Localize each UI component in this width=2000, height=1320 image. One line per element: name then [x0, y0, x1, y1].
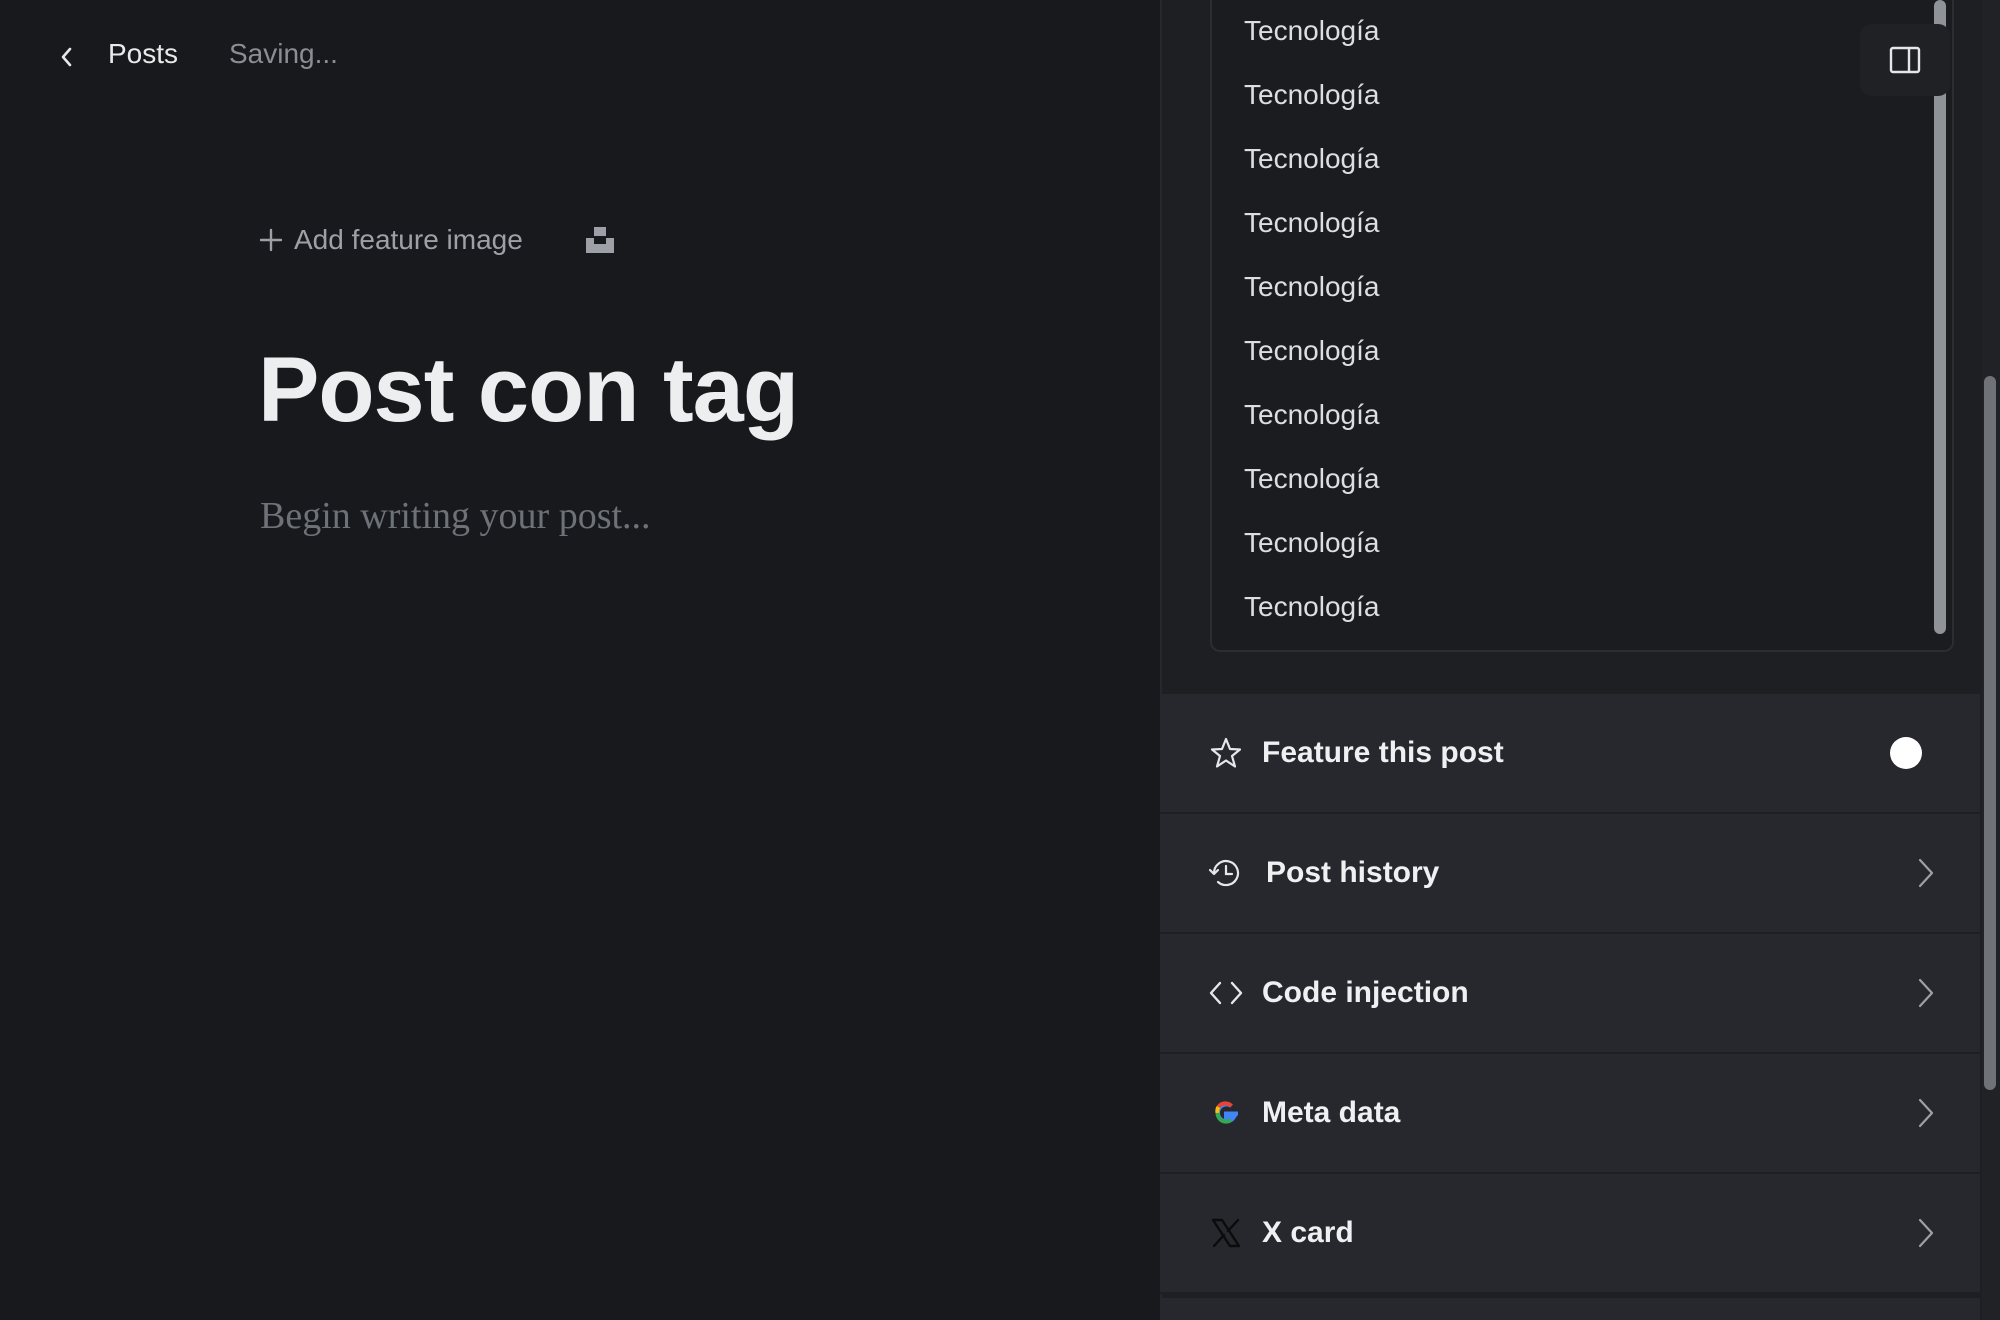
post-history-row[interactable]: Post history — [1160, 814, 1980, 934]
history-icon — [1208, 855, 1244, 891]
next-setting-row[interactable] — [1160, 1298, 1980, 1320]
code-injection-row[interactable]: Code injection — [1160, 934, 1980, 1054]
x-logo-icon — [1208, 1215, 1244, 1251]
add-feature-image-label: Add feature image — [294, 224, 523, 255]
tag-dropdown: Tecnología Tecnología Tecnología Tecnolo… — [1210, 0, 1954, 652]
back-button[interactable] — [52, 42, 82, 72]
saving-status: Saving... — [229, 38, 338, 69]
panel-scrollbar[interactable] — [1984, 376, 1996, 1090]
meta-data-row[interactable]: Meta data — [1160, 1054, 1980, 1174]
tag-option[interactable]: Tecnología — [1212, 384, 1952, 448]
x-card-label: X card — [1262, 1216, 1354, 1249]
chevron-right-icon — [1918, 978, 1934, 1008]
feature-post-row[interactable]: Feature this post — [1160, 694, 1980, 814]
post-body-editor[interactable]: Begin writing your post... — [260, 494, 651, 538]
code-icon — [1208, 975, 1244, 1011]
chevron-right-icon — [1918, 1098, 1934, 1128]
tag-option[interactable]: Tecnología — [1212, 64, 1952, 128]
editor-topbar: Posts Saving... — [0, 0, 1160, 112]
tag-option[interactable]: Tecnología — [1212, 256, 1952, 320]
tag-option[interactable]: Tecnología — [1212, 576, 1952, 640]
chevron-right-icon — [1918, 858, 1934, 888]
toggle-settings-panel-button[interactable] — [1860, 24, 1950, 96]
editor-area: Posts Saving... Add feature image Post c… — [0, 0, 1160, 1320]
tag-options-list: Tecnología Tecnología Tecnología Tecnolo… — [1212, 0, 1952, 640]
plus-icon — [259, 228, 283, 252]
star-icon — [1208, 735, 1244, 771]
chevron-right-icon — [1918, 1218, 1934, 1248]
tag-option[interactable]: Tecnología — [1212, 320, 1952, 384]
tag-option[interactable]: Tecnología — [1212, 512, 1952, 576]
add-feature-image-button[interactable]: Add feature image — [258, 224, 523, 256]
post-history-label: Post history — [1266, 856, 1440, 889]
code-injection-label: Code injection — [1262, 976, 1469, 1009]
sidebar-toggle-icon — [1889, 46, 1921, 74]
meta-data-label: Meta data — [1262, 1096, 1401, 1129]
tag-option[interactable]: Tecnología — [1212, 448, 1952, 512]
unsplash-button[interactable] — [584, 224, 616, 256]
tag-option[interactable]: Tecnología — [1212, 0, 1952, 64]
x-card-row[interactable]: X card — [1160, 1174, 1980, 1294]
posts-link[interactable]: Posts — [108, 38, 178, 70]
feature-post-label: Feature this post — [1262, 736, 1504, 769]
tag-option[interactable]: Tecnología — [1212, 128, 1952, 192]
google-icon — [1208, 1095, 1244, 1131]
unsplash-icon — [586, 227, 614, 253]
feature-post-toggle[interactable] — [1890, 737, 1922, 769]
post-title[interactable]: Post con tag — [258, 338, 799, 443]
chevron-left-icon — [61, 47, 72, 67]
tag-option[interactable]: Tecnología — [1212, 192, 1952, 256]
